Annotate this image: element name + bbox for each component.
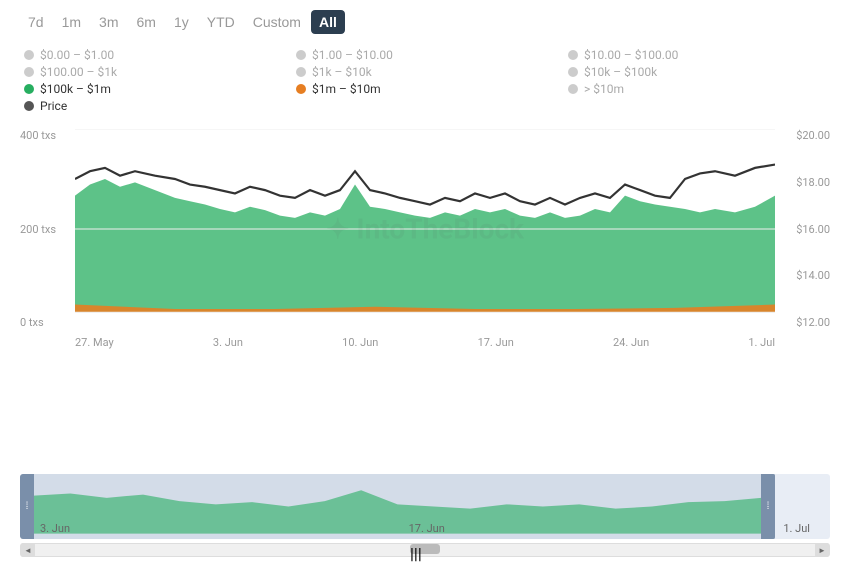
legend-item-100-1k: $100.00 – $1k <box>24 65 286 79</box>
chart-svg <box>75 129 775 329</box>
btn-all[interactable]: All <box>311 10 345 34</box>
y-label-400: 400 txs <box>20 129 75 142</box>
x-axis: 27. May 3. Jun 10. Jun 17. Jun 24. Jun 1… <box>75 329 775 349</box>
x-label-may27: 27. May <box>75 336 114 349</box>
legend-dot <box>568 50 578 60</box>
legend-label: Price <box>40 99 67 113</box>
scrollbar-left-arrow[interactable]: ◄ <box>21 543 35 557</box>
legend-dot <box>24 67 34 77</box>
scrollbar-inner: ||| <box>35 544 815 556</box>
x-label-jun24: 24. Jun <box>613 336 649 349</box>
y-label-18: $18.00 <box>796 176 830 189</box>
chart-svg-container: ✦ IntoTheBlock <box>75 129 775 329</box>
legend-label: $1.00 – $10.00 <box>312 48 393 62</box>
y-label-14: $14.00 <box>796 269 830 282</box>
nav-x-labels: 3. Jun 17. Jun 1. Jul <box>20 522 830 535</box>
nav-label-jun17: 17. Jun <box>409 522 445 535</box>
legend-dot <box>296 67 306 77</box>
y-label-20: $20.00 <box>796 129 830 142</box>
btn-ytd[interactable]: YTD <box>199 10 243 34</box>
legend-item-price: Price <box>24 99 286 113</box>
legend-label: $100.00 – $1k <box>40 65 117 79</box>
legend-label: > $10m <box>584 82 624 96</box>
btn-custom[interactable]: Custom <box>245 10 309 34</box>
legend-dot <box>24 50 34 60</box>
legend-label: $100k – $1m <box>40 82 111 96</box>
x-label-jun10: 10. Jun <box>342 336 378 349</box>
legend-dot <box>296 84 306 94</box>
legend-dot <box>24 84 34 94</box>
legend: $0.00 – $1.00 $1.00 – $10.00 $10.00 – $1… <box>20 48 830 113</box>
x-label-jul1: 1. Jul <box>748 336 775 349</box>
legend-item-1k-10k: $1k – $10k <box>296 65 558 79</box>
scrollbar-thumb[interactable]: ||| <box>410 544 440 554</box>
legend-item-gt-10m: > $10m <box>568 82 830 96</box>
legend-label: $10.00 – $100.00 <box>584 48 678 62</box>
legend-item-10-100: $10.00 – $100.00 <box>568 48 830 62</box>
btn-3m[interactable]: 3m <box>91 10 126 34</box>
legend-label: $10k – $100k <box>584 65 657 79</box>
legend-dot <box>568 84 578 94</box>
legend-label: $0.00 – $1.00 <box>40 48 114 62</box>
legend-item-0-1: $0.00 – $1.00 <box>24 48 286 62</box>
nav-label-jun3: 3. Jun <box>40 522 70 535</box>
y-label-12: $12.00 <box>796 316 830 329</box>
scrollbar-right-arrow[interactable]: ► <box>815 543 829 557</box>
y-label-16: $16.00 <box>796 223 830 236</box>
y-axis-right: $20.00 $18.00 $16.00 $14.00 $12.00 <box>780 129 830 349</box>
btn-7d[interactable]: 7d <box>20 10 52 34</box>
nav-chart: ⁞ ⁞ 3. Jun 17. Jun 1. Jul <box>20 474 830 539</box>
y-axis-left: 400 txs 200 txs 0 txs <box>20 129 75 349</box>
chart-wrapper: 400 txs 200 txs 0 txs $20.00 $18.00 $16.… <box>20 129 830 470</box>
legend-item-100k-1m: $100k – $1m <box>24 82 286 96</box>
time-range-bar: 7d 1m 3m 6m 1y YTD Custom All <box>20 10 830 34</box>
btn-1y[interactable]: 1y <box>166 10 197 34</box>
legend-label: $1k – $10k <box>312 65 372 79</box>
legend-label: $1m – $10m <box>312 82 381 96</box>
legend-item-1m-10m: $1m – $10m <box>296 82 558 96</box>
legend-dot <box>296 50 306 60</box>
y-label-0: 0 txs <box>20 316 75 329</box>
legend-dot <box>568 67 578 77</box>
nav-label-jul1: 1. Jul <box>783 522 810 535</box>
legend-item-10k-100k: $10k – $100k <box>568 65 830 79</box>
chart-area: 400 txs 200 txs 0 txs $20.00 $18.00 $16.… <box>20 129 830 349</box>
btn-6m[interactable]: 6m <box>128 10 163 34</box>
btn-1m[interactable]: 1m <box>54 10 89 34</box>
scrollbar-track: ◄ ||| ► <box>20 543 830 557</box>
x-label-jun3: 3. Jun <box>213 336 243 349</box>
legend-item-1-10: $1.00 – $10.00 <box>296 48 558 62</box>
main-container: 7d 1m 3m 6m 1y YTD Custom All $0.00 – $1… <box>0 0 850 567</box>
legend-dot <box>24 101 34 111</box>
x-label-jun17: 17. Jun <box>478 336 514 349</box>
y-label-200: 200 txs <box>20 223 75 236</box>
